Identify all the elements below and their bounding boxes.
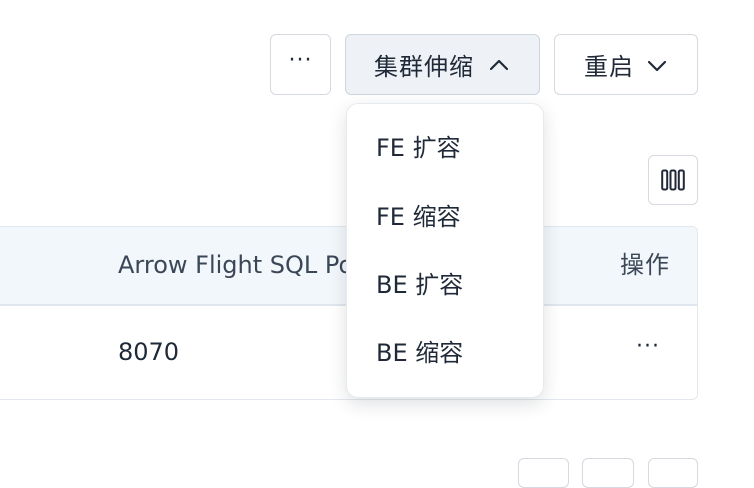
menu-item-fe-scale-in[interactable]: FE 缩容 [376,197,461,237]
cluster-scale-label: 集群伸缩 [374,53,474,81]
menu-item-be-scale-in[interactable]: BE 缩容 [376,333,463,373]
row-actions-button[interactable]: ··· [636,306,660,399]
columns-icon [661,169,685,191]
pagination-page-button[interactable] [582,458,634,488]
pagination-next-button[interactable] [648,458,698,488]
restart-label: 重启 [584,53,634,81]
more-actions-button[interactable]: ··· [270,34,331,95]
chevron-down-icon [647,60,667,72]
column-header-arrow-flight-sql-port: Arrow Flight SQL Port [118,251,373,279]
cell-arrow-flight-sql-port: 8070 [118,338,180,366]
menu-item-be-scale-out[interactable]: BE 扩容 [376,265,463,305]
restart-button[interactable]: 重启 [554,34,698,95]
column-settings-button[interactable] [648,155,698,205]
cluster-scale-button[interactable]: 集群伸缩 [345,34,540,95]
column-header-actions: 操作 [620,251,670,279]
menu-item-fe-scale-out[interactable]: FE 扩容 [376,128,461,168]
pagination-prev-button[interactable] [518,458,569,488]
chevron-up-icon [489,59,509,71]
more-dots: ··· [288,47,313,73]
cluster-scale-menu: FE 扩容 FE 缩容 BE 扩容 BE 缩容 [346,103,544,398]
